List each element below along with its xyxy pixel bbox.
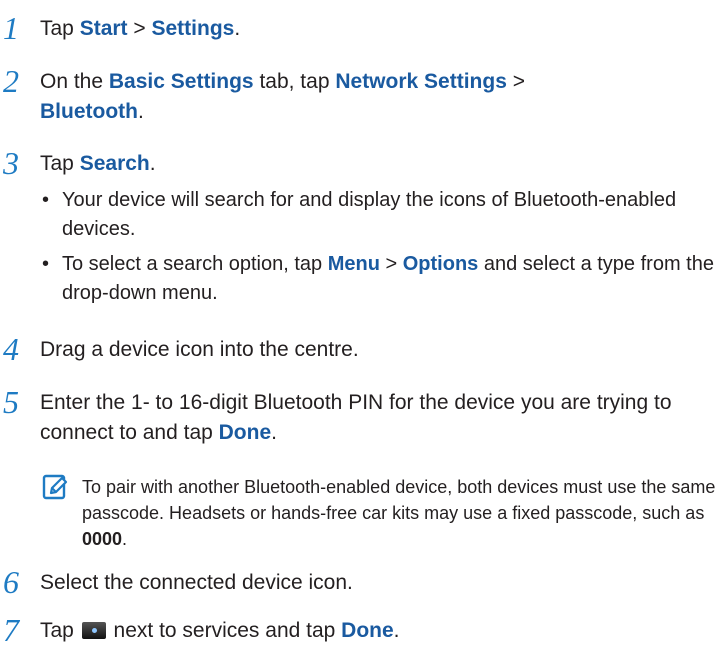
text-run: To pair with another Bluetooth-enabled d… <box>82 477 716 523</box>
text-run: . <box>137 100 144 123</box>
step-number: 1 <box>3 10 19 46</box>
text-run: > <box>379 253 403 275</box>
step-text: On the Basic Settings tab, tap Network S… <box>40 67 728 127</box>
ui-term: Done <box>218 421 272 444</box>
step-number: 7 <box>3 612 19 648</box>
ui-term: Bluetooth <box>40 100 138 123</box>
step-text: Select the connected device icon. <box>40 571 353 594</box>
text-run: > <box>506 70 525 93</box>
step-text: Tap Start > Settings. <box>40 14 728 44</box>
step-text: Drag a device icon into the centre. <box>40 338 359 361</box>
ui-term: Settings <box>151 17 235 40</box>
text-run: Tap <box>40 17 80 40</box>
text-run: tab, tap <box>253 70 336 93</box>
text-run: . <box>122 529 128 549</box>
text-run: . <box>393 619 400 642</box>
step-number: 4 <box>3 331 19 367</box>
note-box: To pair with another Bluetooth-enabled d… <box>0 474 728 554</box>
bullet-text: Your device will search for and display … <box>62 189 677 240</box>
step-text: Tap Search. <box>40 149 728 179</box>
text-run: next to services and tap <box>107 619 342 642</box>
step-text: Enter the 1- to 16-digit Bluetooth PIN f… <box>40 388 728 448</box>
note-pencil-icon <box>42 474 68 500</box>
text-run: . <box>271 421 277 444</box>
text-run: Tap <box>40 619 80 642</box>
bullet-dot: • <box>42 253 50 275</box>
text-run: > <box>127 17 152 40</box>
ui-term: Options <box>402 253 479 275</box>
ui-term: Search <box>79 152 150 175</box>
bullet-item-1: • Your device will search for and displa… <box>42 186 728 246</box>
note-text: To pair with another Bluetooth-enabled d… <box>82 474 722 552</box>
text-run: . <box>149 152 156 175</box>
text-run: Tap <box>40 152 80 175</box>
bullet-text: To select a search option, tap Menu > Op… <box>62 250 722 308</box>
ui-term: Menu <box>327 253 380 275</box>
service-toggle-icon <box>81 622 106 639</box>
passcode-value: 0000 <box>82 529 123 549</box>
ui-term: Done <box>341 619 394 642</box>
bullet-item-2: • To select a search option, tap Menu > … <box>42 250 728 310</box>
instruction-document: 1 Tap Start > Settings. 2 On the Basic S… <box>0 0 728 648</box>
ui-term: Start <box>79 17 128 40</box>
text-run: On the <box>40 70 109 93</box>
text-run: Enter the 1- to 16-digit Bluetooth PIN f… <box>40 391 672 444</box>
ui-term: Basic Settings <box>108 70 254 93</box>
step-number: 6 <box>3 564 19 600</box>
text-run: . <box>234 17 241 40</box>
step-number: 5 <box>3 384 19 420</box>
text-run: To select a search option, tap <box>62 253 328 275</box>
bullet-dot: • <box>42 189 50 211</box>
step-number: 3 <box>3 145 19 181</box>
ui-term: Network Settings <box>335 70 507 93</box>
step-text: Tap next to services and tap Done. <box>40 616 728 646</box>
step-number: 2 <box>3 63 19 99</box>
